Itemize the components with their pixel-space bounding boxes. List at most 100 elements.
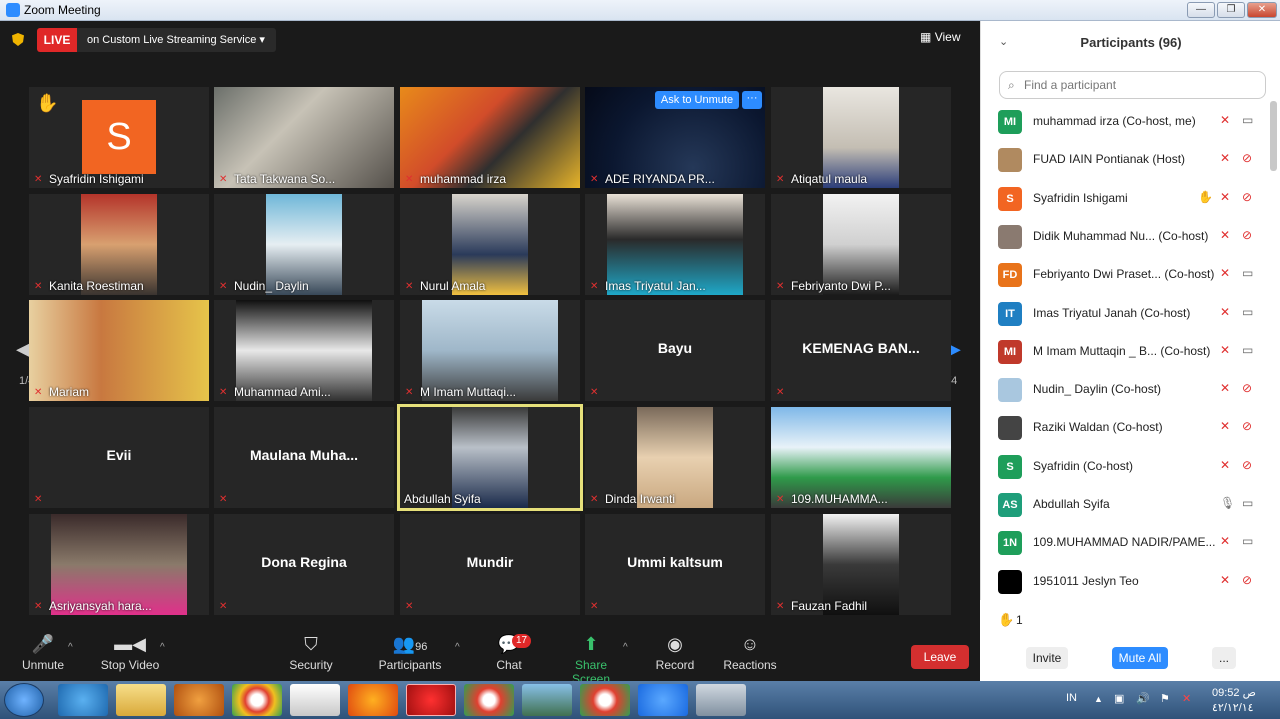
video-tile[interactable]: KEMENAG BAN... ✕ (771, 300, 951, 401)
video-tile[interactable]: Dona Regina ✕ (214, 514, 394, 615)
video-tile[interactable]: Maulana Muha... ✕ (214, 407, 394, 508)
more-options-button[interactable]: ··· (742, 91, 762, 109)
video-tile[interactable]: Bayu ✕ (585, 300, 765, 401)
video-tile[interactable]: ✕ 109.MUHAMMA... (771, 407, 951, 508)
video-tile[interactable]: ✕ Dinda Irwanti (585, 407, 765, 508)
video-tile[interactable]: ✕ muhammad irza (400, 87, 580, 188)
video-off-icon[interactable]: ⊘ (1242, 151, 1252, 165)
participant-row[interactable]: MI muhammad irza (Co-host, me) ✕ ▭ (980, 103, 1270, 141)
invite-button[interactable]: Invite (1026, 647, 1068, 669)
video-tile[interactable]: ✕ Imas Triyatul Jan... (585, 194, 765, 295)
search-input[interactable]: ⌕ Find a participant (999, 71, 1266, 99)
muted-mic-icon[interactable]: ✕ (1220, 113, 1230, 127)
muted-mic-icon[interactable]: ✕ (1220, 419, 1230, 433)
live-badge[interactable]: LIVE (37, 28, 77, 52)
chevron-up-icon[interactable]: ^ (455, 642, 460, 653)
mic-icon[interactable]: 🎙 (1220, 496, 1235, 510)
muted-mic-icon[interactable]: ✕ (1220, 381, 1230, 395)
video-camera-icon[interactable]: ▭ (1242, 496, 1253, 510)
participant-row[interactable]: Nudin_ Daylin (Co-host) ✕ ⊘ (980, 371, 1270, 409)
participant-row[interactable]: S Syafridin Ishigami ✋ ✕ ⊘ (980, 180, 1270, 218)
share-screen-button[interactable]: ⬆ Share Screen (556, 628, 626, 686)
video-tile[interactable]: ✕ Nurul Amala (400, 194, 580, 295)
participant-row[interactable]: IT Imas Triyatul Janah (Co-host) ✕ ▭ (980, 295, 1270, 333)
participant-row[interactable]: S Syafridin (Co-host) ✕ ⊘ (980, 448, 1270, 486)
view-button[interactable]: ▦ View (920, 30, 960, 50)
tray-expand-icon[interactable]: ▲ (1094, 694, 1103, 704)
scrollbar[interactable] (1270, 101, 1277, 171)
document-icon[interactable] (290, 684, 340, 716)
video-tile[interactable]: ✕ Tata Takwana So... (214, 87, 394, 188)
mute-all-button[interactable]: Mute All (1112, 647, 1168, 669)
video-camera-icon[interactable]: ▭ (1242, 113, 1253, 127)
video-off-icon[interactable]: ⊘ (1242, 573, 1252, 587)
video-camera-icon[interactable]: ▭ (1242, 305, 1253, 319)
video-tile[interactable]: ✋ S ✕ Syafridin Ishigami (29, 87, 209, 188)
video-off-icon[interactable]: ⊘ (1242, 458, 1252, 472)
chrome-icon[interactable] (232, 684, 282, 716)
video-tile[interactable]: ✕ Atiqatul maula (771, 87, 951, 188)
network-icon[interactable]: ▣ (1114, 692, 1124, 705)
photo-viewer-icon[interactable] (522, 684, 572, 716)
video-off-icon[interactable]: ⊘ (1242, 381, 1252, 395)
video-tile[interactable]: Mundir ✕ (400, 514, 580, 615)
participant-row[interactable]: 1N 109.MUHAMMAD NADIR/PAME... ✕ ▭ (980, 524, 1270, 562)
muted-mic-icon[interactable]: ✕ (1220, 228, 1230, 242)
participant-row[interactable]: FUAD IAIN Pontianak (Host) ✕ ⊘ (980, 141, 1270, 179)
search-tool-icon[interactable] (696, 684, 746, 716)
participant-row[interactable]: Raziki Waldan (Co-host) ✕ ⊘ (980, 409, 1270, 447)
close-button[interactable]: ✕ (1247, 2, 1277, 18)
video-tile[interactable]: ✕ Mariam (29, 300, 209, 401)
reactions-button[interactable]: ☺ Reactions (722, 628, 778, 682)
participant-row[interactable]: FD Febriyanto Dwi Praset... (Co-host) ✕ ▭ (980, 256, 1270, 294)
video-tile[interactable]: ✕ M Imam Muttaqi... (400, 300, 580, 401)
muted-mic-icon[interactable]: ✕ (1220, 343, 1230, 357)
video-tile[interactable]: ✕ Muhammad Ami... (214, 300, 394, 401)
video-tile[interactable]: ✕ Nudin_ Daylin (214, 194, 394, 295)
video-camera-icon[interactable]: ▭ (1242, 343, 1253, 357)
leave-button[interactable]: Leave (911, 645, 969, 669)
stop-video-button[interactable]: ▬◀ Stop Video (98, 628, 162, 682)
ask-to-unmute-button[interactable]: Ask to Unmute (655, 91, 739, 109)
live-service-dropdown[interactable]: on Custom Live Streaming Service ▾ (77, 28, 276, 52)
muted-mic-icon[interactable]: ✕ (1220, 458, 1230, 472)
minimize-button[interactable]: — (1187, 2, 1215, 18)
video-tile[interactable]: ✕ Fauzan Fadhil (771, 514, 951, 615)
video-tile[interactable]: Ask to Unmute ··· ✕ ADE RIYANDA PR... (585, 87, 765, 188)
more-button[interactable]: ... (1212, 647, 1236, 669)
active-speaker-tile[interactable]: Abdullah Syifa (397, 404, 583, 511)
chrome-profile-icon[interactable] (580, 684, 630, 716)
security-button[interactable]: ⛉ Security (287, 628, 335, 682)
media-player-icon[interactable] (174, 684, 224, 716)
video-tile[interactable]: Evii ✕ (29, 407, 209, 508)
participant-row[interactable]: 1951011 Jeslyn Teo ✕ ⊘ (980, 563, 1270, 601)
muted-mic-icon[interactable]: ✕ (1220, 151, 1230, 165)
chevron-up-icon[interactable]: ^ (623, 642, 628, 653)
participant-row[interactable]: MI M Imam Muttaqin _ B... (Co-host) ✕ ▭ (980, 333, 1270, 371)
participant-row[interactable]: AS Abdullah Syifa 🎙 ▭ (980, 486, 1270, 524)
video-camera-icon[interactable]: ▭ (1242, 266, 1253, 280)
video-tile[interactable]: ✕ Asriyansyah hara... (29, 514, 209, 615)
clock-date[interactable]: ٤٢/١٢/١٤ (1212, 701, 1254, 714)
participants-button[interactable]: 👥96 Participants (378, 628, 442, 682)
video-off-icon[interactable]: ⊘ (1242, 419, 1252, 433)
muted-mic-icon[interactable]: ✕ (1220, 534, 1230, 548)
muted-mic-icon[interactable]: ✕ (1220, 305, 1230, 319)
file-explorer-icon[interactable] (116, 684, 166, 716)
firefox-icon[interactable] (348, 684, 398, 716)
video-tile[interactable]: ✕ Febriyanto Dwi P... (771, 194, 951, 295)
zoom-icon[interactable] (638, 684, 688, 716)
unmute-button[interactable]: 🎤 Unmute (18, 628, 68, 682)
volume-icon[interactable]: 🔊 (1136, 692, 1150, 705)
chevron-up-icon[interactable]: ^ (160, 642, 165, 653)
chevron-up-icon[interactable]: ^ (68, 642, 73, 653)
muted-mic-icon[interactable]: ✕ (1220, 573, 1230, 587)
alert-icon[interactable]: ✕ (1182, 692, 1191, 705)
language-indicator[interactable]: IN (1066, 692, 1077, 704)
maximize-button[interactable]: ❐ (1217, 2, 1245, 18)
start-button[interactable] (4, 683, 44, 717)
chrome-profile-icon[interactable] (464, 684, 514, 716)
video-tile[interactable]: ✕ Kanita Roestiman (29, 194, 209, 295)
muted-mic-icon[interactable]: ✕ (1220, 190, 1230, 204)
video-off-icon[interactable]: ⊘ (1242, 228, 1252, 242)
